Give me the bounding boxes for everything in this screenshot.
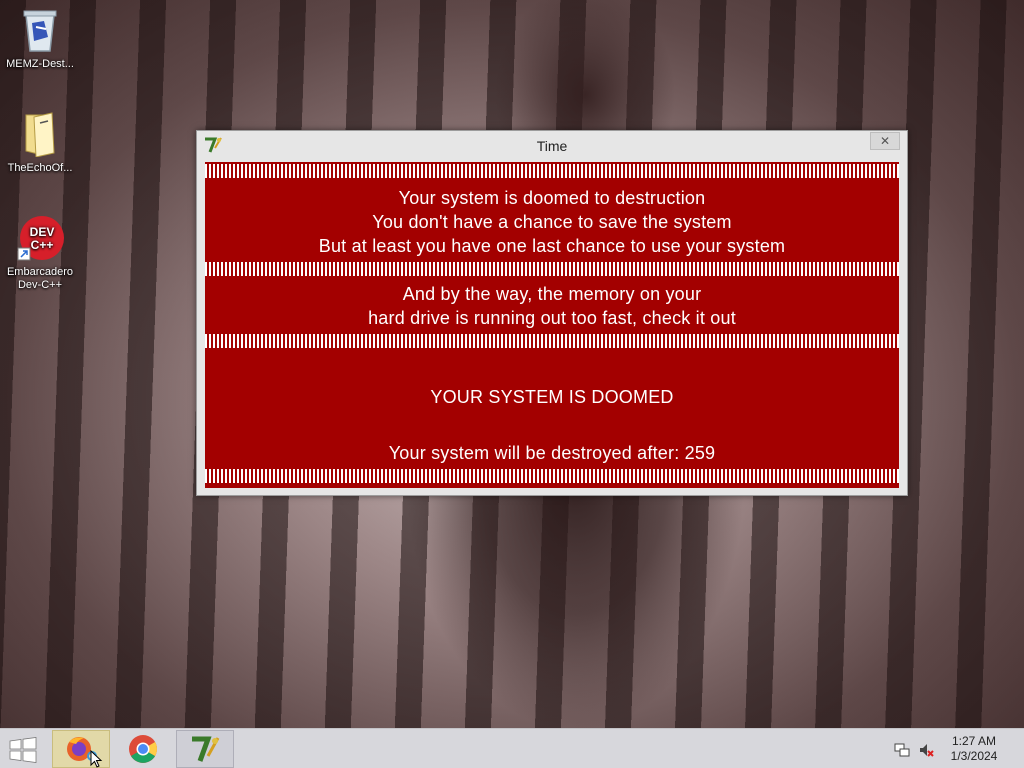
message-line: But at least you have one last chance to… [318,236,786,256]
windows-logo-icon [9,737,37,763]
desktop-icon-label: Embarcadero Dev-C++ [6,266,74,291]
message-line: And by the way, the memory on your [402,284,702,304]
dev-cpp-icon: DEV C++ [16,214,64,262]
recycle-bin-icon [16,6,64,54]
close-icon: ✕ [879,134,891,148]
start-button[interactable] [8,737,38,763]
close-button[interactable]: ✕ [870,132,900,150]
countdown-value: 259 [684,443,716,463]
desktop-icon-label: MEMZ-Dest... [6,58,74,70]
chrome-icon [129,735,157,763]
mouse-cursor-icon [90,750,103,768]
desktop-icon-dev-cpp[interactable]: DEV C++ Embarcadero Dev-C++ [0,214,80,292]
taskbar-time-app[interactable] [176,730,234,768]
volume-muted-icon[interactable] [918,742,934,758]
svg-text:C++: C++ [31,238,54,252]
svg-text:DEV: DEV [30,225,55,239]
taskbar: 1:27 AM 1/3/2024 [0,728,1024,768]
time-window: Time ✕ Your system is doomed to destruct… [196,130,908,496]
stripe-divider [205,469,899,483]
warning-panel: Your system is doomed to destruction You… [205,162,899,488]
taskbar-chrome[interactable] [114,730,172,768]
desktop-icon-recycle-bin[interactable]: MEMZ-Dest... [0,6,80,71]
clock-time: 1:27 AM [951,734,997,748]
clock[interactable]: 1:27 AM 1/3/2024 [944,734,1004,764]
clock-date: 1/3/2024 [950,749,998,763]
message-line: You don't have a chance to save the syst… [372,212,732,232]
stripe-divider [205,334,899,348]
message-line: hard drive is running out too fast, chec… [368,308,736,328]
stripe-divider [205,262,899,276]
window-titlebar[interactable]: Time ✕ [197,131,907,159]
folder-icon [16,110,64,158]
window-title: Time [536,138,568,154]
message-line: Your system is doomed to destruction [398,188,706,208]
countdown-label: Your system will be destroyed after: [388,443,680,463]
stripe-divider [205,164,899,178]
time-app-icon [192,736,220,762]
network-icon[interactable] [894,742,910,758]
doomed-headline: YOUR SYSTEM IS DOOMED [430,387,674,407]
desktop-icon-label: TheEchoOf... [7,162,73,174]
system-tray: 1:27 AM 1/3/2024 [884,729,1024,768]
desktop-icon-folder[interactable]: TheEchoOf... [0,110,80,175]
countdown-line: Your system will be destroyed after: 259 [205,441,899,465]
